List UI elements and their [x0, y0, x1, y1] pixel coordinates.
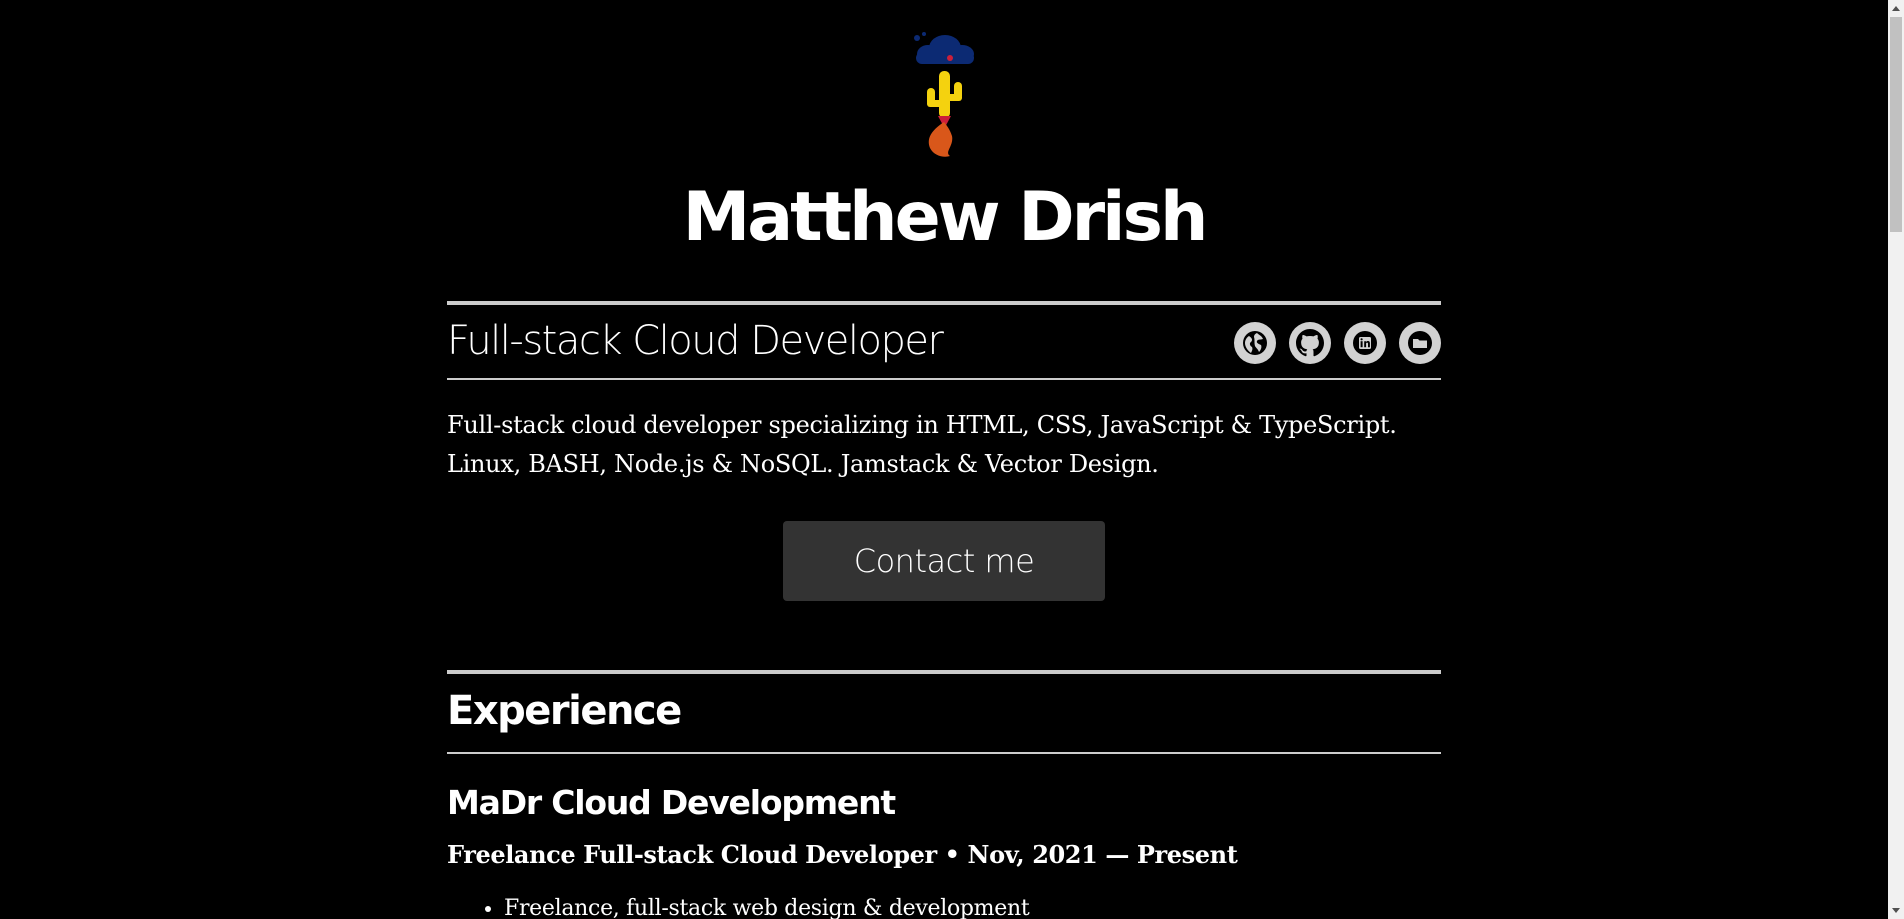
summary-text: Full-stack cloud developer specializing … [447, 406, 1441, 484]
page-title: Matthew Drish [682, 178, 1209, 257]
globe-icon [1243, 331, 1267, 355]
list-item: Freelance, full-stack web design & devel… [504, 890, 1030, 919]
social-links [1234, 322, 1441, 364]
job-title: Full-stack Cloud Developer [447, 318, 944, 364]
cloud-cactus-rocket-logo [914, 32, 974, 157]
website-link[interactable] [1234, 322, 1276, 364]
portfolio-link[interactable] [1399, 322, 1441, 364]
github-link[interactable] [1289, 322, 1331, 364]
github-icon [1296, 329, 1324, 357]
company-name: MaDr Cloud Development [447, 783, 896, 822]
section-title-experience: Experience [447, 688, 682, 734]
role-and-dates: Freelance Full-stack Cloud Developer • N… [447, 840, 1238, 869]
summary-line: Full-stack cloud developer specializing … [447, 411, 1397, 439]
linkedin-icon [1353, 331, 1377, 355]
summary-line: Linux, BASH, Node.js & NoSQL. Jamstack &… [447, 450, 1159, 478]
scroll-up-arrow[interactable] [1888, 0, 1904, 17]
chevron-up-icon [1892, 6, 1900, 11]
scrollbar-thumb[interactable] [1890, 17, 1902, 232]
experience-bullets: Freelance, full-stack web design & devel… [447, 890, 1030, 919]
divider [447, 378, 1441, 380]
page: Matthew Drish Full-stack Cloud Developer [0, 0, 1888, 919]
folder-icon [1408, 331, 1432, 355]
divider [447, 752, 1441, 754]
scroll-down-arrow[interactable] [1888, 902, 1904, 919]
vertical-scrollbar[interactable] [1888, 0, 1904, 919]
divider [447, 670, 1441, 674]
linkedin-link[interactable] [1344, 322, 1386, 364]
contact-button[interactable]: Contact me [783, 521, 1105, 601]
chevron-down-icon [1892, 908, 1900, 913]
divider [447, 301, 1441, 305]
